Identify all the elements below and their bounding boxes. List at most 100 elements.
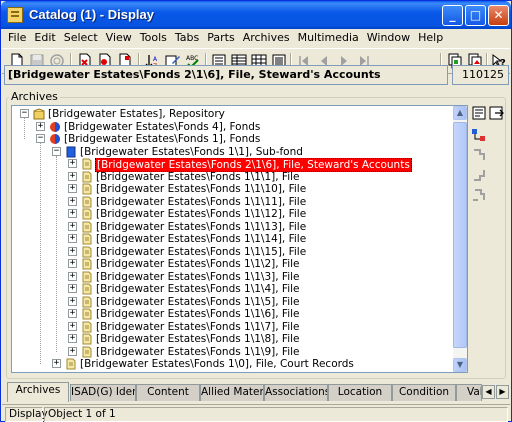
- collapse-icon[interactable]: [471, 187, 487, 203]
- step-back-icon[interactable]: [471, 167, 487, 183]
- tab-isadg-identity[interactable]: ISAD(G) Identity: [70, 384, 136, 401]
- expand-toggle[interactable]: +: [68, 221, 77, 231]
- tree-item-label[interactable]: [Bridgewater Estates\Fonds 1\1\1], File: [95, 171, 301, 183]
- tree-item[interactable]: + [Bridgewater Estates\Fonds 4], Fonds: [12, 121, 452, 133]
- collapse-toggle[interactable]: −: [52, 146, 61, 156]
- tree-item-label[interactable]: [Bridgewater Estates\Fonds 1\1\12], File: [95, 208, 307, 220]
- menu-select[interactable]: Select: [60, 30, 102, 46]
- expand-toggle[interactable]: +: [68, 246, 77, 256]
- tree-item-label[interactable]: [Bridgewater Estates\Fonds 1\1\3], File: [95, 271, 301, 283]
- tree-item[interactable]: + [Bridgewater Estates\Fonds 1\1\7], File: [12, 321, 452, 333]
- tab-scroll-right-button[interactable]: ▶: [496, 385, 509, 399]
- tree-item-label[interactable]: [Bridgewater Estates\Fonds 4], Fonds: [63, 121, 261, 133]
- tree-item[interactable]: − [Bridgewater Estates\Fonds 1\1], Sub-fo…: [12, 146, 452, 158]
- tree-item-label[interactable]: [Bridgewater Estates\Fonds 1\1\13], File: [95, 221, 307, 233]
- tree-item-label[interactable]: [Bridgewater Estates\Fonds 1\1], Sub-fon…: [79, 146, 304, 158]
- tree-item-label[interactable]: [Bridgewater Estates\Fonds 1], Fonds: [63, 133, 261, 145]
- tree-item[interactable]: + [Bridgewater Estates\Fonds 1\1\6], File: [12, 308, 452, 320]
- expand-toggle[interactable]: +: [68, 259, 77, 268]
- tree-item-label[interactable]: [Bridgewater Estates], Repository: [47, 108, 226, 120]
- catalog-window: Catalog (1) - Display _ □ ✕ File Edit Se…: [0, 0, 512, 422]
- expand-toggle[interactable]: +: [52, 359, 61, 368]
- tree-item-label[interactable]: [Bridgewater Estates\Fonds 1\0], File, C…: [79, 358, 355, 370]
- scroll-down-button[interactable]: ▼: [453, 358, 467, 372]
- tree-item-label[interactable]: [Bridgewater Estates\Fonds 1\1\11], File: [95, 196, 307, 208]
- expand-toggle[interactable]: +: [68, 309, 77, 318]
- title-bar[interactable]: Catalog (1) - Display _ □ ✕: [1, 1, 511, 29]
- tree-item[interactable]: + [Bridgewater Estates\Fonds 1\1\10], Fil…: [12, 183, 452, 195]
- tree-item[interactable]: + [Bridgewater Estates\Fonds 1\1\12], Fil…: [12, 208, 452, 220]
- collapse-toggle[interactable]: −: [36, 134, 45, 143]
- tab-content[interactable]: Content: [136, 384, 200, 401]
- expand-toggle[interactable]: +: [68, 159, 77, 168]
- minimize-button[interactable]: _: [442, 5, 463, 26]
- archives-tree[interactable]: − [Bridgewater Estates], Repository + [Brid…: [11, 105, 468, 373]
- maximize-button[interactable]: □: [465, 5, 486, 26]
- tree-item-label[interactable]: [Bridgewater Estates\Fonds 1\1\4], File: [95, 283, 301, 295]
- menu-view[interactable]: View: [102, 30, 136, 46]
- tab-condition[interactable]: Condition: [392, 384, 456, 401]
- expand-toggle[interactable]: +: [68, 346, 77, 356]
- close-button[interactable]: ✕: [488, 5, 509, 26]
- tree-scrollbar[interactable]: ▲ ▼: [453, 106, 467, 372]
- tree-item[interactable]: + [Bridgewater Estates\Fonds 1\1\1], File: [12, 171, 452, 183]
- menu-tools[interactable]: Tools: [136, 30, 171, 46]
- expand-toggle[interactable]: +: [68, 184, 77, 193]
- tree-item[interactable]: − [Bridgewater Estates], Repository: [12, 108, 452, 120]
- menu-parts[interactable]: Parts: [203, 30, 238, 46]
- tree-item[interactable]: + [Bridgewater Estates\Fonds 1\1\13], Fil…: [12, 221, 452, 233]
- tree-item-label[interactable]: [Bridgewater Estates\Fonds 1\1\7], File: [95, 321, 301, 333]
- go-to-record-icon[interactable]: [489, 105, 505, 121]
- tree-item-label[interactable]: [Bridgewater Estates\Fonds 1\1\10], File: [95, 183, 307, 195]
- expand-toggle[interactable]: +: [68, 284, 77, 293]
- tree-item-label[interactable]: [Bridgewater Estates\Fonds 1\1\9], File: [95, 346, 301, 358]
- catalog-app-icon[interactable]: [7, 7, 23, 23]
- tree-item[interactable]: − [Bridgewater Estates\Fonds 1], Fonds: [12, 133, 452, 145]
- menu-window[interactable]: Window: [363, 30, 414, 46]
- tree-item[interactable]: + [Bridgewater Estates\Fonds 1\1\9], File: [12, 346, 452, 358]
- scroll-up-button[interactable]: ▲: [453, 106, 467, 120]
- tree-item[interactable]: + [Bridgewater Estates\Fonds 1\1\2], File: [12, 258, 452, 270]
- expand-toggle[interactable]: +: [68, 171, 77, 181]
- menu-archives[interactable]: Archives: [239, 30, 294, 46]
- menu-file[interactable]: File: [4, 30, 30, 46]
- expand-toggle[interactable]: +: [68, 234, 77, 243]
- tree-item[interactable]: + [Bridgewater Estates\Fonds 1\1\11], Fil…: [12, 196, 452, 208]
- tree-item-label[interactable]: [Bridgewater Estates\Fonds 1\1\15], File: [95, 246, 307, 258]
- menu-tabs[interactable]: Tabs: [171, 30, 203, 46]
- menu-multimedia[interactable]: Multimedia: [294, 30, 363, 46]
- tree-item[interactable]: + [Bridgewater Estates\Fonds 1\1\8], File: [12, 333, 452, 345]
- tab-archives[interactable]: Archives: [7, 382, 69, 402]
- expand-toggle[interactable]: +: [36, 121, 45, 131]
- tab-scroll-left-button[interactable]: ◀: [482, 385, 495, 399]
- tab-value[interactable]: Valu: [456, 384, 482, 401]
- menu-help[interactable]: Help: [414, 30, 447, 46]
- collapse-toggle[interactable]: −: [20, 109, 29, 118]
- tree-item[interactable]: + [Bridgewater Estates\Fonds 1\1\14], Fil…: [12, 233, 452, 245]
- tab-associations[interactable]: Associations (1): [264, 384, 328, 401]
- step-icon[interactable]: [471, 147, 487, 163]
- tree-item-selected[interactable]: + [Bridgewater Estates\Fonds 2\1\6], File…: [12, 158, 452, 172]
- expand-toggle[interactable]: +: [68, 334, 77, 343]
- tree-item-label[interactable]: [Bridgewater Estates\Fonds 1\1\5], File: [95, 296, 301, 308]
- tree-item[interactable]: + [Bridgewater Estates\Fonds 1\1\4], File: [12, 283, 452, 295]
- tree-item[interactable]: + [Bridgewater Estates\Fonds 1\0], File, …: [12, 358, 452, 370]
- tree-item-label[interactable]: [Bridgewater Estates\Fonds 1\1\14], File: [95, 233, 307, 245]
- scroll-thumb[interactable]: [453, 122, 467, 348]
- tree-item[interactable]: + [Bridgewater Estates\Fonds 1\1\5], File: [12, 296, 452, 308]
- expand-toggle[interactable]: +: [68, 296, 77, 306]
- tab-allied-materials[interactable]: Allied Materials: [200, 384, 264, 401]
- tree-item-label[interactable]: [Bridgewater Estates\Fonds 1\1\2], File: [95, 258, 301, 270]
- tree-item[interactable]: + [Bridgewater Estates\Fonds 1\1\3], File: [12, 271, 452, 283]
- tree-item-label[interactable]: [Bridgewater Estates\Fonds 1\1\8], File: [95, 333, 301, 345]
- tree-item-label[interactable]: [Bridgewater Estates\Fonds 1\1\6], File: [95, 308, 301, 320]
- expand-toggle[interactable]: +: [68, 321, 77, 331]
- expand-toggle[interactable]: +: [68, 196, 77, 206]
- expand-toggle[interactable]: +: [68, 271, 77, 281]
- tree-options-icon[interactable]: [471, 105, 487, 121]
- menu-edit[interactable]: Edit: [30, 30, 59, 46]
- tree-item[interactable]: + [Bridgewater Estates\Fonds 1\1\15], Fil…: [12, 246, 452, 258]
- expand-toggle[interactable]: +: [68, 209, 77, 218]
- expand-icon[interactable]: [471, 127, 487, 143]
- tab-location[interactable]: Location: [328, 384, 392, 401]
